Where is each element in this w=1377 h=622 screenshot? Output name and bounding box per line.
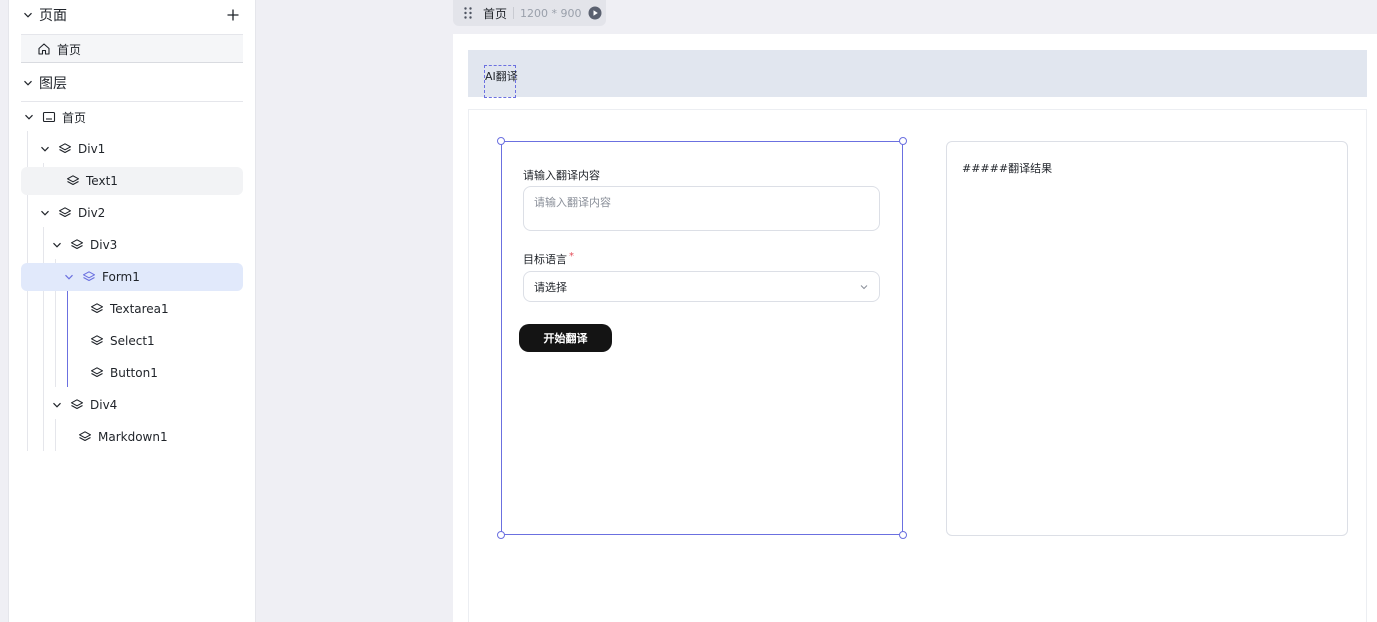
markdown-text: #####翻译结果 <box>962 162 1053 175</box>
resize-handle[interactable] <box>497 137 505 145</box>
play-icon[interactable] <box>588 6 602 20</box>
tree-item-form1[interactable]: Form1 <box>21 263 243 291</box>
layers-icon <box>58 142 72 156</box>
target-language-label: 目标语言 * <box>523 251 574 267</box>
divider <box>21 101 243 102</box>
layers-icon <box>90 334 104 348</box>
chevron-down-icon[interactable] <box>50 398 64 412</box>
canvas-page-tag[interactable]: 首页 1200 * 900 <box>453 0 606 26</box>
layers-icon <box>70 398 84 412</box>
page-title[interactable]: AI翻译 <box>484 65 518 98</box>
tree-item-label: Button1 <box>110 366 158 380</box>
tree-item-markdown1[interactable]: Markdown1 <box>21 423 243 451</box>
tree-item-label: Form1 <box>102 270 140 284</box>
page-item-home[interactable]: 首页 <box>21 35 243 63</box>
tree-item-button1[interactable]: Button1 <box>21 359 243 387</box>
tree-item-text1[interactable]: Text1 <box>21 167 243 195</box>
tree-item-page[interactable]: 首页 <box>21 103 243 131</box>
markdown1-result[interactable]: #####翻译结果 <box>946 141 1348 536</box>
required-mark: * <box>569 251 574 262</box>
tree-item-select1[interactable]: Select1 <box>21 327 243 355</box>
form1-selected[interactable]: 请输入翻译内容 目标语言* 请选择 开始翻译 <box>497 137 907 539</box>
tree-item-div2[interactable]: Div2 <box>21 199 243 227</box>
layers-section-header[interactable]: 图层 <box>21 68 243 98</box>
resize-handle[interactable] <box>497 531 505 539</box>
resize-handle[interactable] <box>899 137 907 145</box>
chevron-down-icon[interactable] <box>21 8 35 22</box>
plus-icon <box>227 9 239 21</box>
start-translate-button[interactable]: 开始翻译 <box>519 324 612 352</box>
tree-item-label: Markdown1 <box>98 430 168 444</box>
layers-icon <box>90 302 104 316</box>
chevron-down-icon[interactable] <box>62 270 76 284</box>
resize-handle[interactable] <box>899 531 907 539</box>
chevron-down-icon[interactable] <box>22 110 36 124</box>
chevron-down-icon[interactable] <box>38 206 52 220</box>
chevron-down-icon[interactable] <box>38 142 52 156</box>
layers-icon <box>58 206 72 220</box>
drag-handle-icon[interactable] <box>463 6 473 20</box>
chevron-down-icon[interactable] <box>21 76 35 90</box>
layers-icon <box>78 430 92 444</box>
divider <box>513 7 515 19</box>
tree-item-label: 首页 <box>62 110 87 125</box>
layer-sidebar: 页面 首页 图层 首页 Div1 Text1 Div2 Div3 Form1 T… <box>8 0 256 622</box>
target-language-select[interactable]: 请选择 <box>523 271 880 302</box>
divider <box>21 62 243 63</box>
home-icon <box>37 42 51 56</box>
tree-item-label: Div1 <box>78 142 106 156</box>
layers-icon <box>70 238 84 252</box>
chevron-down-icon <box>859 282 869 292</box>
target-language-label-text: 目标语言 <box>523 253 567 266</box>
tree-item-label: Textarea1 <box>110 302 169 316</box>
canvas-size-label: 1200 * 900 <box>520 6 582 20</box>
page-item-label: 首页 <box>57 42 82 57</box>
div1-header[interactable]: AI翻译 <box>468 50 1367 98</box>
tree-item-label: Select1 <box>110 334 155 348</box>
pages-section-title: 页面 <box>39 8 67 24</box>
tree-item-div1[interactable]: Div1 <box>21 135 243 163</box>
layers-icon <box>66 174 80 188</box>
tree-item-div4[interactable]: Div4 <box>21 391 243 419</box>
translate-input-label: 请输入翻译内容 <box>523 169 600 182</box>
chevron-down-icon[interactable] <box>50 238 64 252</box>
canvas-page-name: 首页 <box>483 6 508 21</box>
translate-input[interactable] <box>523 186 880 231</box>
select-value: 请选择 <box>534 280 567 294</box>
div2-container[interactable]: 请输入翻译内容 目标语言* 请选择 开始翻译 #####翻译结果 <box>468 109 1367 622</box>
layers-icon <box>90 366 104 380</box>
layers-icon <box>82 270 96 284</box>
add-page-button[interactable] <box>223 5 243 25</box>
tree-item-label: Div4 <box>90 398 118 412</box>
tree-item-label: Text1 <box>86 174 118 188</box>
tree-item-label: Div2 <box>78 206 106 220</box>
layers-section-title: 图层 <box>39 76 67 92</box>
pages-section-header[interactable]: 页面 <box>21 0 243 30</box>
tree-item-div3[interactable]: Div3 <box>21 231 243 259</box>
tree-item-label: Div3 <box>90 238 118 252</box>
monitor-icon <box>42 110 56 124</box>
tree-item-textarea1[interactable]: Textarea1 <box>21 295 243 323</box>
design-canvas[interactable]: AI翻译 请输入翻译内容 目标语言* 请选择 开始翻译 <box>453 34 1377 622</box>
